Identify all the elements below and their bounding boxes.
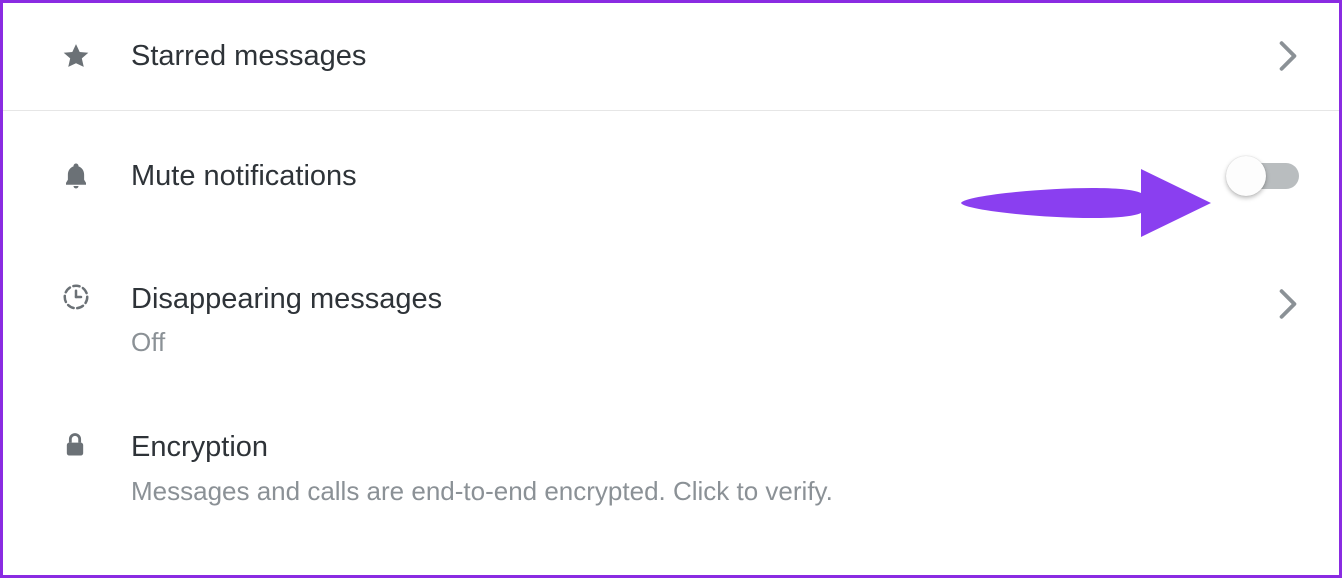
timer-icon <box>61 282 131 312</box>
bell-icon <box>61 161 131 191</box>
chevron-right-icon <box>1277 282 1299 320</box>
mute-notifications-row[interactable]: Mute notifications <box>3 111 1339 242</box>
encryption-label: Encryption <box>131 430 1299 465</box>
star-icon <box>61 41 131 71</box>
chevron-right-icon <box>1277 40 1299 72</box>
contact-info-panel: Starred messages Mute notifications <box>3 3 1339 529</box>
mute-notifications-label: Mute notifications <box>131 159 1229 194</box>
disappearing-messages-value: Off <box>131 326 1277 360</box>
disappearing-messages-label: Disappearing messages <box>131 282 1277 317</box>
toggle-knob <box>1226 156 1266 196</box>
starred-messages-row[interactable]: Starred messages <box>3 3 1339 110</box>
starred-messages-label: Starred messages <box>131 39 1277 74</box>
encryption-row[interactable]: Encryption Messages and calls are end-to… <box>3 400 1339 529</box>
lock-icon <box>61 430 131 460</box>
disappearing-messages-row[interactable]: Disappearing messages Off <box>3 242 1339 401</box>
encryption-sub: Messages and calls are end-to-end encryp… <box>131 475 1299 509</box>
mute-notifications-toggle[interactable] <box>1229 163 1299 189</box>
